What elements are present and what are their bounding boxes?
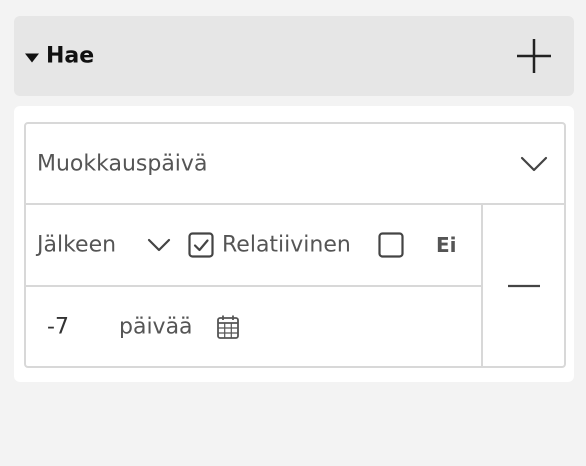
field-select-value: Muokkauspäivä — [37, 151, 208, 176]
minus-icon[interactable] — [506, 276, 542, 296]
operator-select-value[interactable]: Jälkeen — [37, 233, 116, 258]
filter-panel: Muokkauspäivä Jälkeen Relatiivinen Ei -7… — [14, 106, 574, 382]
filter-condition-box: Muokkauspäivä Jälkeen Relatiivinen Ei -7… — [24, 122, 566, 368]
condition-options-row: Jälkeen Relatiivinen Ei — [26, 205, 481, 287]
relative-label: Relatiivinen — [222, 232, 351, 258]
unit-label: päivää — [119, 314, 193, 339]
operator-chevron-down-icon[interactable] — [147, 237, 171, 253]
relative-checkbox[interactable] — [188, 232, 214, 258]
remove-condition-area — [483, 205, 564, 366]
calendar-icon[interactable] — [216, 314, 240, 340]
value-row: päivää — [26, 287, 481, 366]
plus-icon[interactable] — [514, 36, 554, 76]
field-select[interactable]: Muokkauspäivä — [26, 124, 564, 205]
chevron-down-icon[interactable] — [520, 155, 548, 173]
relative-value-input[interactable] — [47, 314, 107, 339]
caret-down-icon[interactable] — [25, 53, 39, 63]
section-title: Hae — [46, 43, 95, 69]
negate-label: Ei — [436, 233, 457, 257]
negate-checkbox[interactable] — [378, 232, 404, 258]
condition-area: Jälkeen Relatiivinen Ei päivää — [26, 205, 483, 366]
search-section-header[interactable]: Hae — [14, 16, 574, 96]
